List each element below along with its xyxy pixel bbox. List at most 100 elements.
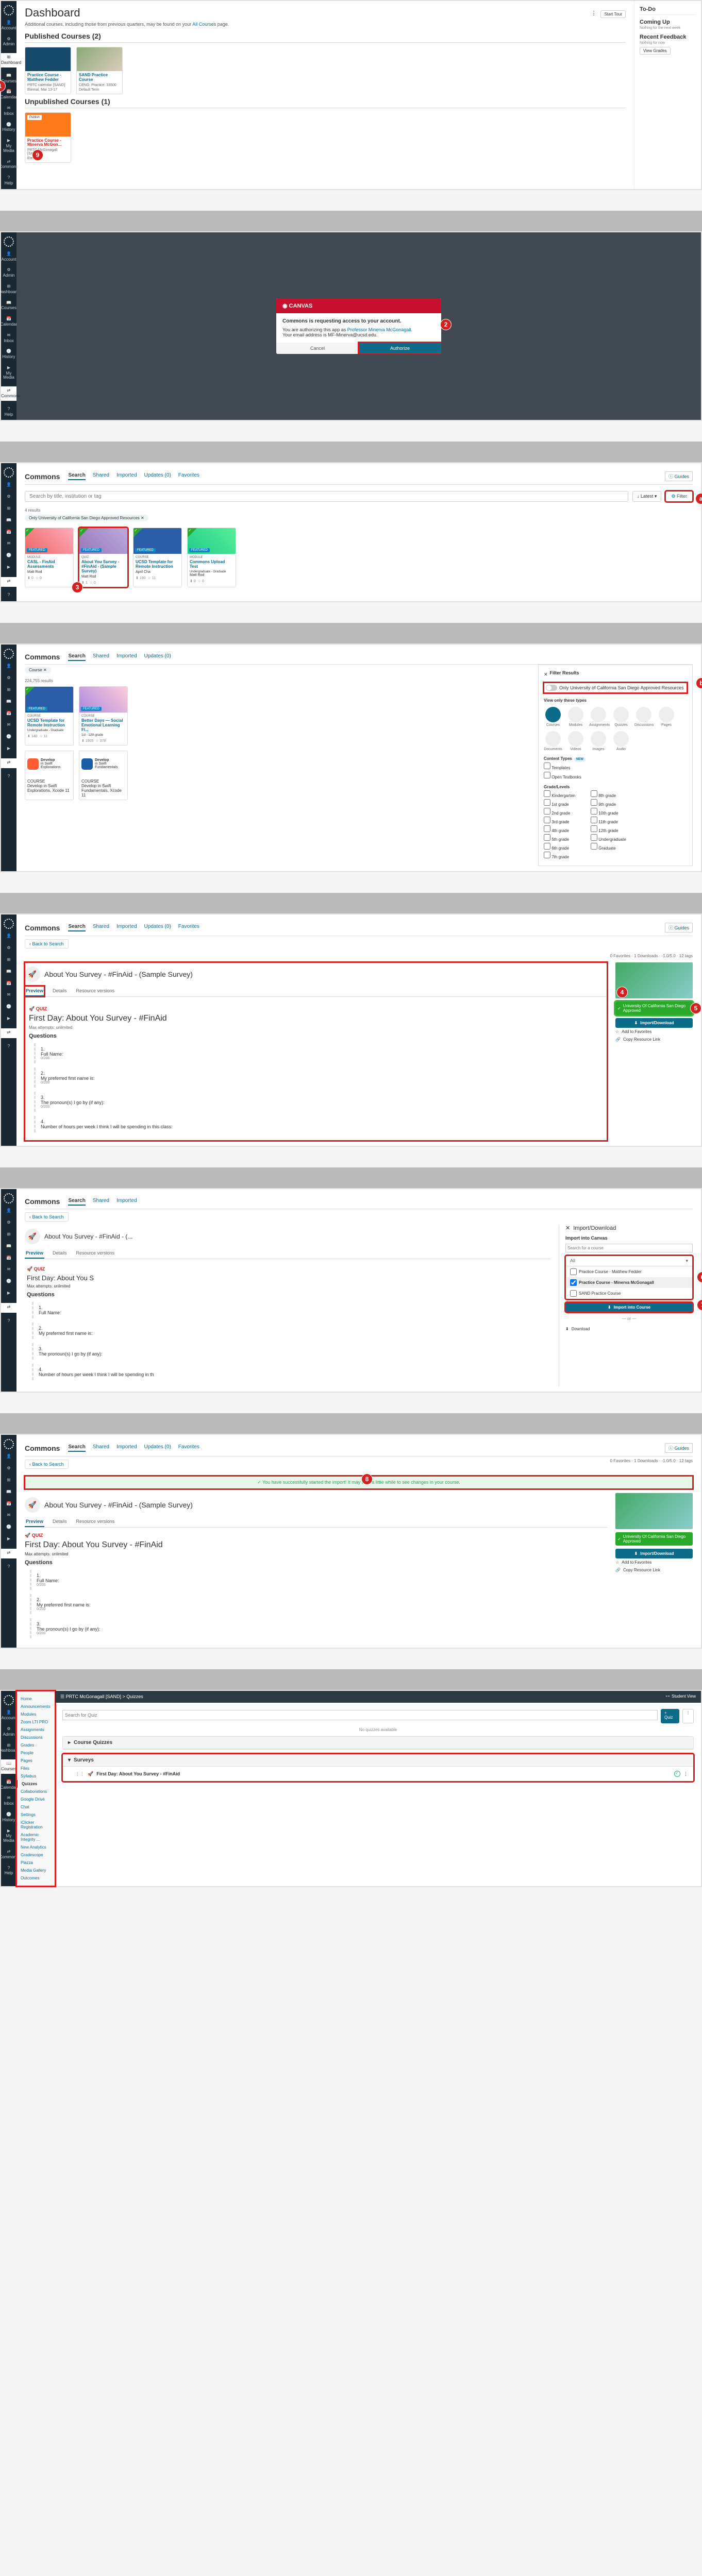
cnav-gdrive[interactable]: Google Drive bbox=[16, 1795, 55, 1803]
type-documents[interactable]: Documents bbox=[544, 731, 562, 751]
all-courses-link[interactable]: All Courses bbox=[192, 22, 216, 27]
nav-account[interactable]: 👤 bbox=[6, 483, 11, 488]
nav-dashboard[interactable]: ⊞ bbox=[7, 506, 11, 512]
options-icon[interactable]: ⋮ bbox=[591, 10, 596, 16]
close-filter-icon[interactable]: ✕ bbox=[544, 672, 548, 677]
course-card[interactable]: Practice Course - Matthew Fedder PRTC ca… bbox=[25, 47, 71, 94]
cnav-modules[interactable]: Modules bbox=[16, 1710, 55, 1718]
type-audio[interactable]: Audio bbox=[612, 731, 630, 751]
resource-card[interactable]: FEATURED MODULECommons Upload TestUnderg… bbox=[187, 528, 236, 587]
cnav-grades[interactable]: Grades bbox=[16, 1741, 55, 1749]
type-pages[interactable]: Pages bbox=[657, 707, 676, 727]
nav-mymedia[interactable]: ▶ bbox=[7, 565, 10, 571]
nav-help[interactable]: ?Help bbox=[5, 176, 13, 186]
cnav-analytics[interactable]: New Analytics bbox=[16, 1843, 55, 1851]
tab-favorites[interactable]: Favorites bbox=[178, 472, 199, 480]
sort-dropdown[interactable]: ↓ Latest ▾ bbox=[632, 491, 662, 502]
search-input[interactable] bbox=[25, 491, 628, 502]
nav-inbox[interactable]: ✉ bbox=[7, 541, 11, 547]
start-tour-button[interactable]: Start Tour bbox=[600, 10, 626, 18]
nav-history[interactable]: 🕘History bbox=[3, 123, 15, 133]
guides-link[interactable]: ⓘ Guides bbox=[665, 471, 693, 481]
nav-help[interactable]: ? bbox=[8, 593, 10, 599]
view-grades-button[interactable]: View Grades bbox=[640, 47, 671, 55]
nav-commons[interactable]: ⇄ bbox=[1, 577, 16, 587]
cnav-people[interactable]: People bbox=[16, 1749, 55, 1757]
nav-inbox[interactable]: ✉Inbox bbox=[4, 333, 14, 344]
nav-inbox[interactable]: ✉Inbox bbox=[4, 106, 14, 116]
tab-search[interactable]: Search bbox=[68, 472, 85, 480]
resource-card-selected[interactable]: FEATURED QUIZAbout You Survey - #FinAid … bbox=[79, 528, 128, 587]
cnav-announcements[interactable]: Announcements bbox=[16, 1703, 55, 1710]
authorize-button[interactable]: Authorize bbox=[359, 343, 441, 354]
filter-chip[interactable]: Course ✕ bbox=[25, 667, 51, 673]
nav-account[interactable]: 👤Account bbox=[2, 21, 16, 31]
nav-commons[interactable]: ⇄Commons bbox=[0, 160, 18, 170]
nav-calendar[interactable]: 📅Calendar bbox=[1, 90, 17, 100]
copy-link-button[interactable]: 🔗 Copy Resource Link bbox=[615, 1036, 693, 1043]
nav-dashboard[interactable]: ⊞Dashboard bbox=[1, 53, 16, 67]
cnav-home[interactable]: Home bbox=[16, 1695, 55, 1703]
nav-admin[interactable]: ⚙Admin bbox=[3, 268, 15, 278]
import-into-course-button[interactable]: ⬇ Import into Course bbox=[565, 1302, 693, 1312]
toggle-switch[interactable] bbox=[546, 685, 557, 691]
nav-commons[interactable]: ⇄Commons bbox=[1, 386, 16, 401]
canvas-logo[interactable] bbox=[4, 467, 14, 478]
download-button[interactable]: ⬇ Download bbox=[565, 1325, 693, 1333]
tab-versions[interactable]: Resource versions bbox=[75, 986, 116, 996]
nav-courses[interactable]: 📖Courses bbox=[1, 301, 16, 311]
cnav-pages[interactable]: Pages bbox=[16, 1757, 55, 1765]
nav-calendar[interactable]: 📅Calendar bbox=[1, 317, 17, 327]
cnav-quizzes[interactable]: Quizzes bbox=[16, 1780, 55, 1788]
filter-chip[interactable]: Only University of California San Diego … bbox=[25, 515, 148, 521]
canvas-logo[interactable] bbox=[4, 236, 14, 247]
quiz-row[interactable]: ⋮⋮ 🚀 First Day: About You Survey - #FinA… bbox=[63, 1767, 693, 1781]
add-favorites-button[interactable]: ☆ Add to Favorites bbox=[615, 1028, 693, 1036]
quiz-options-icon[interactable]: ⋮ bbox=[682, 1709, 694, 1723]
filter-button[interactable]: ⚙ Filter bbox=[665, 491, 693, 502]
cnav-assignments[interactable]: Assignments bbox=[16, 1726, 55, 1734]
import-download-button[interactable]: ⬇ Import/Download bbox=[615, 1018, 693, 1028]
tab-shared[interactable]: Shared bbox=[93, 472, 109, 480]
cnav-zoom[interactable]: Zoom LTI PRO bbox=[16, 1718, 55, 1726]
type-assignments[interactable]: Assignments bbox=[589, 707, 608, 727]
nav-account[interactable]: 👤Account bbox=[2, 252, 16, 262]
quiz-search-input[interactable] bbox=[62, 1710, 658, 1720]
cnav-media[interactable]: Media Gallery bbox=[16, 1867, 55, 1874]
student-view-button[interactable]: 👓 Student View bbox=[665, 1694, 696, 1699]
ct-textbooks[interactable]: Open Textbooks bbox=[544, 772, 687, 779]
ct-templates[interactable]: Templates bbox=[544, 762, 687, 770]
type-courses[interactable]: Courses bbox=[544, 707, 562, 727]
resource-card[interactable]: Developin SwiftFundamentals COURSEDevelo… bbox=[79, 751, 128, 800]
type-quizzes[interactable]: Quizzes bbox=[612, 707, 630, 727]
nav-help[interactable]: ?Help bbox=[5, 407, 13, 417]
nav-history[interactable]: 🕘History bbox=[3, 349, 15, 360]
cnav-outcomes[interactable]: Outcomes bbox=[16, 1874, 55, 1882]
course-card[interactable]: SAND Practice Course CENG: Practice: 335… bbox=[76, 47, 123, 94]
row-options-icon[interactable]: ⋮ bbox=[683, 1771, 688, 1777]
cancel-button[interactable]: Cancel bbox=[276, 343, 359, 354]
back-to-search[interactable]: ‹ Back to Search bbox=[25, 1212, 69, 1222]
type-videos[interactable]: Videos bbox=[566, 731, 585, 751]
resource-card[interactable]: Developin SwiftExplorations COURSEDevelo… bbox=[25, 751, 74, 800]
modal-user-link[interactable]: Professor Minerva McGonagall bbox=[347, 327, 411, 332]
tab-updates[interactable]: Updates (0) bbox=[144, 472, 171, 480]
course-search-input[interactable] bbox=[565, 1244, 693, 1252]
cnav-collab[interactable]: Collaborations bbox=[16, 1788, 55, 1795]
add-quiz-button[interactable]: + Quiz bbox=[661, 1709, 679, 1723]
cnav-chat[interactable]: Chat bbox=[16, 1803, 55, 1811]
cnav-settings[interactable]: Settings bbox=[16, 1811, 55, 1819]
resource-card[interactable]: FEATURED COURSEUCSD Template for Remote … bbox=[133, 528, 182, 587]
published-icon[interactable] bbox=[674, 1771, 680, 1777]
canvas-logo[interactable] bbox=[4, 5, 14, 15]
course-option-selected[interactable]: Practice Course - Minerva McGonagall bbox=[566, 1277, 692, 1288]
nav-mymedia[interactable]: ▶My Media bbox=[1, 139, 16, 153]
cnav-iclicker[interactable]: iClicker Registration bbox=[16, 1819, 55, 1831]
cnav-files[interactable]: Files bbox=[16, 1765, 55, 1772]
nav-admin[interactable]: ⚙ bbox=[7, 495, 10, 500]
cnav-syllabus[interactable]: Syllabus bbox=[16, 1772, 55, 1780]
tab-details[interactable]: Details bbox=[52, 986, 68, 996]
cnav-integrity[interactable]: Academic Integrity ... bbox=[16, 1831, 55, 1843]
cnav-piazza[interactable]: Piazza bbox=[16, 1859, 55, 1867]
resource-card[interactable]: FEATURED MODULECASL - FinAid Assessments… bbox=[25, 528, 74, 587]
